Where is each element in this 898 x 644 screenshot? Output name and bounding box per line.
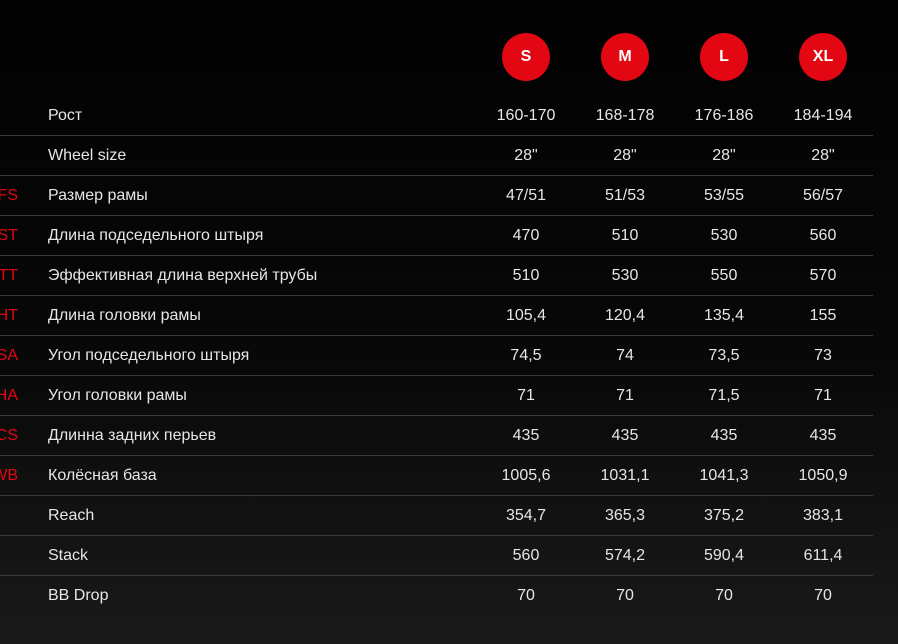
table-cell: 574,2 (604, 547, 646, 564)
table-row: Wheel size 28" 28" 28" 28" (0, 136, 873, 176)
row-label: Рост (48, 107, 83, 124)
table-cell: 1041,3 (699, 467, 749, 484)
table-cell: 56/57 (802, 187, 844, 204)
table-cell: 71 (517, 387, 535, 404)
table-cell: 74 (616, 347, 634, 364)
table-cell: 176-186 (694, 107, 754, 124)
table-row: Stack 560 574,2 590,4 611,4 (0, 536, 873, 576)
table-row: ST Длина подседельного штыря 470 510 530 560 (0, 216, 873, 256)
table-cell: 70 (715, 587, 733, 604)
table-cell: 435 (809, 427, 837, 444)
table-cell: 28" (514, 147, 538, 164)
table-row: CS Длинна задних перьев 435 435 435 435 (0, 416, 873, 456)
row-label: Угол головки рамы (48, 387, 187, 404)
table-cell: 53/55 (703, 187, 745, 204)
row-label: Колёсная база (48, 467, 157, 484)
row-code: ST (0, 227, 18, 244)
row-code: SA (0, 347, 18, 364)
table-row: HT Длина головки рамы 105,4 120,4 135,4 155 (0, 296, 873, 336)
table-cell: 71 (616, 387, 634, 404)
row-code: HT (0, 307, 18, 324)
table-cell: 105,4 (505, 307, 547, 324)
table-cell: 28" (712, 147, 736, 164)
table-cell: 1031,1 (600, 467, 650, 484)
table-cell: 470 (512, 227, 540, 244)
table-row: FS Размер рамы 47/51 51/53 53/55 56/57 (0, 176, 873, 216)
row-code: TT (0, 267, 18, 284)
table-cell: 120,4 (604, 307, 646, 324)
table-cell: 184-194 (793, 107, 853, 124)
size-badge-l[interactable]: L (700, 33, 748, 81)
table-cell: 70 (517, 587, 535, 604)
table-cell: 570 (809, 267, 837, 284)
table-cell: 155 (809, 307, 837, 324)
table-cell: 1050,9 (798, 467, 848, 484)
table-cell: 1005,6 (501, 467, 551, 484)
table-cell: 560 (809, 227, 837, 244)
table-cell: 160-170 (496, 107, 556, 124)
table-cell: 611,4 (803, 547, 843, 564)
row-label: Reach (48, 507, 95, 524)
table-cell: 530 (611, 267, 639, 284)
table-cell: 135,4 (703, 307, 745, 324)
table-cell: 530 (710, 227, 738, 244)
row-label: Длинна задних перьев (48, 427, 217, 444)
table-cell: 168-178 (595, 107, 655, 124)
table-cell: 354,7 (505, 507, 547, 524)
row-label: Угол подседельного штыря (48, 347, 250, 364)
size-badge-xl[interactable]: XL (799, 33, 847, 81)
row-code: WB (0, 467, 18, 484)
table-cell: 47/51 (505, 187, 547, 204)
row-label: Длина головки рамы (48, 307, 201, 324)
table-row: HA Угол головки рамы 71 71 71,5 71 (0, 376, 873, 416)
table-cell: 73,5 (708, 347, 740, 364)
table-cell: 590,4 (703, 547, 745, 564)
table-cell: 365,3 (604, 507, 646, 524)
table-row: Reach 354,7 365,3 375,2 383,1 (0, 496, 873, 536)
table-row: TT Эффективная длина верхней трубы 510 530 5… (0, 256, 873, 296)
table-cell: 383,1 (802, 507, 844, 524)
table-cell: 70 (616, 587, 634, 604)
size-badge-s[interactable]: S (502, 33, 550, 81)
row-label: Длина подседельного штыря (48, 227, 264, 244)
row-code: HA (0, 387, 18, 404)
table-cell: 435 (710, 427, 738, 444)
table-cell: 28" (811, 147, 835, 164)
table-cell: 435 (512, 427, 540, 444)
row-label: Эффективная длина верхней трубы (48, 267, 318, 284)
table-cell: 51/53 (604, 187, 646, 204)
table-cell: 74,5 (510, 347, 542, 364)
row-label: Размер рамы (48, 187, 148, 204)
table-cell: 510 (611, 227, 639, 244)
row-code: CS (0, 427, 18, 444)
table-cell: 73 (814, 347, 832, 364)
table-cell: 71,5 (708, 387, 740, 404)
table-row: SA Угол подседельного штыря 74,5 74 73,5 73 (0, 336, 873, 376)
table-cell: 510 (512, 267, 540, 284)
table-cell: 70 (814, 587, 832, 604)
table-cell: 550 (710, 267, 738, 284)
table-cell: 435 (611, 427, 639, 444)
row-code: FS (0, 187, 18, 204)
table-cell: 560 (512, 547, 540, 564)
table-row: WB Колёсная база 1005,6 1031,1 1041,3 1050,9 (0, 456, 873, 496)
size-badge-m[interactable]: M (601, 33, 649, 81)
row-label: BB Drop (48, 587, 109, 604)
row-label: Stack (48, 547, 89, 564)
table-cell: 71 (814, 387, 832, 404)
table-row: Рост 160-170 168-178 176-186 184-194 (0, 96, 873, 136)
table-row: BB Drop 70 70 70 70 (0, 576, 873, 615)
size-header: S M L XL (0, 33, 898, 81)
table-cell: 375,2 (703, 507, 745, 524)
row-label: Wheel size (48, 147, 127, 164)
geometry-table: Рост 160-170 168-178 176-186 184-194 Wheel si… (0, 96, 898, 615)
table-cell: 28" (613, 147, 637, 164)
